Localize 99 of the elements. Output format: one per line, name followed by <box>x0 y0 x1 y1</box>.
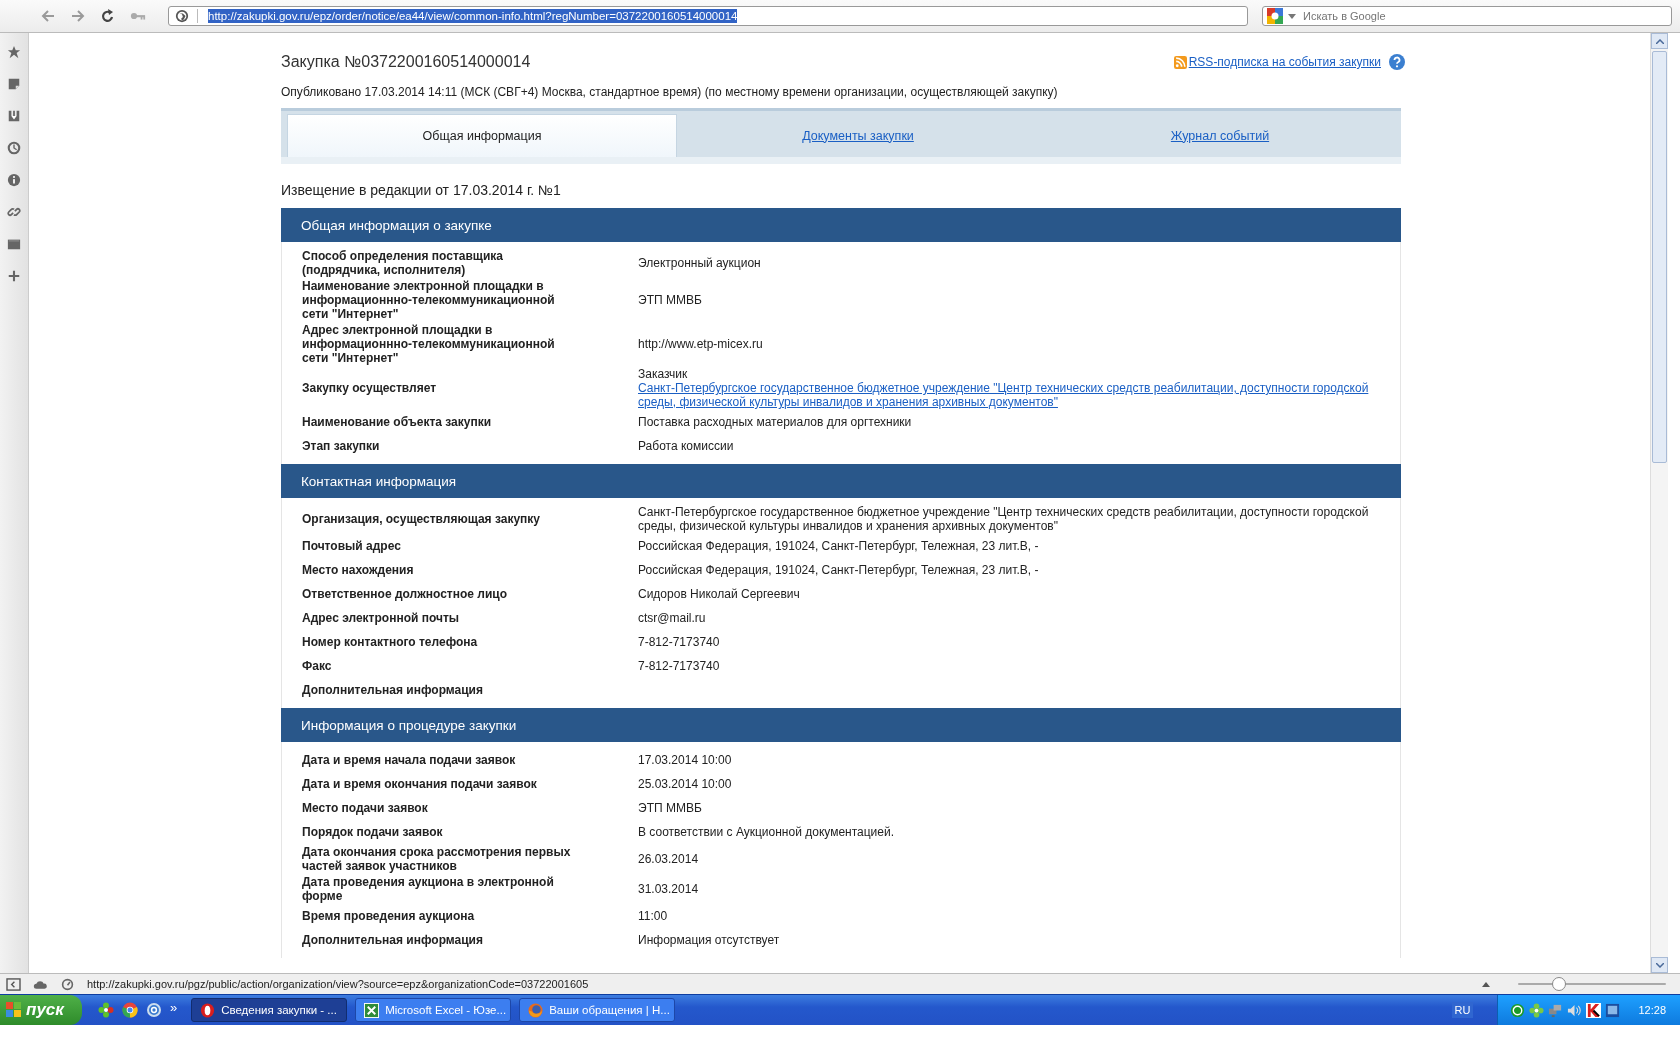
start-button[interactable]: пуск <box>0 995 82 1025</box>
field-label: Наименование объекта закупки <box>302 415 493 429</box>
scroll-thumb[interactable] <box>1652 51 1667 463</box>
field-value: 26.03.2014 <box>638 852 699 866</box>
status-url: http://zakupki.gov.ru/pgz/public/action/organization/view?source=epz&organizationCode=03722001605 <box>87 978 590 990</box>
chevron-down-icon[interactable] <box>1655 962 1664 968</box>
rss-link[interactable]: RSS-подписка на события закупки <box>1188 55 1381 69</box>
customer-link[interactable]: Санкт-Петербургское государственное бюджетное учреждение "Центр технических средств реабилитации, доступности городской среды, физической культуры инвалидов и хранения архивных документов" <box>638 381 1380 409</box>
field-label: Адрес электронной почты <box>302 611 461 625</box>
search-box[interactable]: Искать в Google <box>1262 6 1672 26</box>
language-indicator[interactable]: RU <box>1451 1002 1474 1018</box>
field-value: 31.03.2014 <box>638 882 699 896</box>
zoom-slider[interactable] <box>1518 977 1666 991</box>
field-label: Номер контактного телефона <box>302 635 479 649</box>
field-label: Дополнительная информация <box>302 683 484 697</box>
google-logo-icon <box>1267 8 1283 24</box>
speedometer-icon[interactable] <box>60 977 75 991</box>
field-label: Дата и время начала подачи заявок <box>302 753 517 767</box>
field-value: Электронный аукцион <box>638 256 761 270</box>
field-value: 7-812-7173740 <box>638 635 720 649</box>
link-icon[interactable] <box>7 205 21 219</box>
field-label: Организация, осуществляющая закупку <box>302 512 542 526</box>
field-value: Поставка расходных материалов для оргтехники <box>638 415 912 429</box>
search-field[interactable]: Искать в Google <box>1301 9 1671 23</box>
field-value: http://www.etp-micex.ru <box>638 337 763 351</box>
field-value: 17.03.2014 10:00 <box>638 753 732 767</box>
flower-icon[interactable] <box>1529 1002 1545 1018</box>
scroll-up-button[interactable] <box>1651 33 1668 49</box>
field-value: Российская Федерация, 191024, Санкт-Петербург, Тележная, 23 лит.В, - <box>638 563 1039 577</box>
k-shield-icon[interactable] <box>1586 1002 1602 1018</box>
monitor-icon[interactable] <box>1605 1002 1621 1018</box>
add-icon[interactable] <box>7 269 21 283</box>
tab[interactable]: Документы закупки <box>677 114 1039 157</box>
field-label: Дополнительная информация <box>302 933 484 947</box>
scroll-down-button[interactable] <box>1651 957 1668 973</box>
notice-edition: Извещение в редакции от 17.03.2014 г. №1 <box>281 182 562 198</box>
field-value: ЭТП ММВБ <box>638 801 702 815</box>
field-value: Санкт-Петербургское государственное бюджетное учреждение "Центр технических средств реабилитации, доступности городской среды, физической культуры инвалидов и хранения архивных документов" <box>638 505 1369 533</box>
forward-icon[interactable] <box>70 8 86 24</box>
star-icon[interactable] <box>7 45 21 59</box>
published-date: Опубликовано 17.03.2014 14:11 (МСК (СВГ+4) Москва, стандартное время) (по местному времени организации, осуществляющей закупку) <box>281 85 1059 99</box>
field-label: Этап закупки <box>302 439 381 453</box>
panel-icon[interactable] <box>6 977 21 991</box>
field-value: Работа комиссии <box>638 439 734 453</box>
opera-icon <box>200 1002 216 1018</box>
note-icon[interactable] <box>7 77 21 91</box>
field-label: Закупку осуществляет <box>302 381 438 395</box>
back-icon[interactable] <box>40 8 56 24</box>
window-icon[interactable] <box>7 237 21 251</box>
field-value: 25.03.2014 10:00 <box>638 777 732 791</box>
fox-globe-icon <box>528 1002 544 1018</box>
reload-icon[interactable] <box>100 8 116 24</box>
clock-icon[interactable] <box>7 141 21 155</box>
taskbar-button[interactable]: Microsoft Excel - Юзе... <box>355 998 512 1022</box>
field-value: 11:00 <box>638 909 668 923</box>
section-header: Контактная информация <box>281 464 1401 498</box>
chevron-up-icon[interactable] <box>1655 38 1664 44</box>
taskbar-button[interactable]: Сведения закупки - ... <box>191 998 348 1022</box>
clock: 12:28 <box>1638 1004 1666 1016</box>
field-label: Ответственное должностное лицо <box>302 587 508 601</box>
flower-icon[interactable] <box>97 1002 114 1018</box>
more-chevron[interactable]: » <box>169 999 178 1015</box>
zoom-thumb[interactable] <box>1552 977 1567 991</box>
up-arrow-icon[interactable] <box>1482 981 1490 987</box>
field-label: Адрес электронной площадки в информационнно-телекоммуникационной сети "Интернет" <box>302 323 556 365</box>
field-note: Заказчик <box>638 367 689 381</box>
field-value: В соответствии с Аукционной документацией. <box>638 825 894 839</box>
info-icon[interactable] <box>7 173 21 187</box>
field-value: Информация отсутствует <box>638 933 780 947</box>
help-icon[interactable] <box>1389 54 1405 70</box>
section-header: Информация о процедуре закупки <box>281 708 1401 742</box>
scrollbar[interactable] <box>1650 33 1668 973</box>
download-icon[interactable] <box>7 109 21 123</box>
field-label: Почтовый адрес <box>302 539 402 553</box>
field-label: Время проведения аукциона <box>302 909 476 923</box>
rss-icon <box>1173 55 1187 69</box>
field-label: Наименование электронной площадки в информационнно-телекоммуникационной сети "Интернет" <box>302 279 556 321</box>
taskbar-button[interactable]: Ваши обращения | Н... <box>519 998 676 1022</box>
field-value: ЭТП ММВБ <box>638 293 702 307</box>
field-value: Российская Федерация, 191024, Санкт-Петербург, Тележная, 23 лит.В, - <box>638 539 1039 553</box>
field-label: Место нахождения <box>302 563 415 577</box>
field-label: Способ определения поставщика (подрядчика, исполнителя) <box>302 249 504 277</box>
field-label: Порядок подачи заявок <box>302 825 444 839</box>
tab[interactable]: Журнал событий <box>1039 114 1401 157</box>
page-title: Закупка №0372200160514000014 <box>281 53 531 71</box>
field-label: Дата окончания срока рассмотрения первых частей заявок участников <box>302 845 572 873</box>
field-label: Место подачи заявок <box>302 801 429 815</box>
spreadsheet-icon <box>364 1002 380 1018</box>
field-value: 7-812-7173740 <box>638 659 720 673</box>
section-header: Общая информация о закупке <box>281 208 1401 242</box>
address-bar[interactable]: http://zakupki.gov.ru/epz/order/notice/ea44/view/common-info.html?regNumber=0372200160514000014 <box>168 6 1248 26</box>
dropdown-caret-icon <box>1288 13 1296 19</box>
tab[interactable]: Общая информация <box>287 114 677 157</box>
field-value: Сидоров Николай Сергеевич <box>638 587 800 601</box>
browser-icon[interactable] <box>121 1002 138 1018</box>
field-label: Дата проведения аукциона в электронной форме <box>302 875 555 903</box>
field-label: Дата и время окончания подачи заявок <box>302 777 538 791</box>
field-value: ctsr@mail.ru <box>638 611 706 625</box>
field-label: Факс <box>302 659 333 673</box>
